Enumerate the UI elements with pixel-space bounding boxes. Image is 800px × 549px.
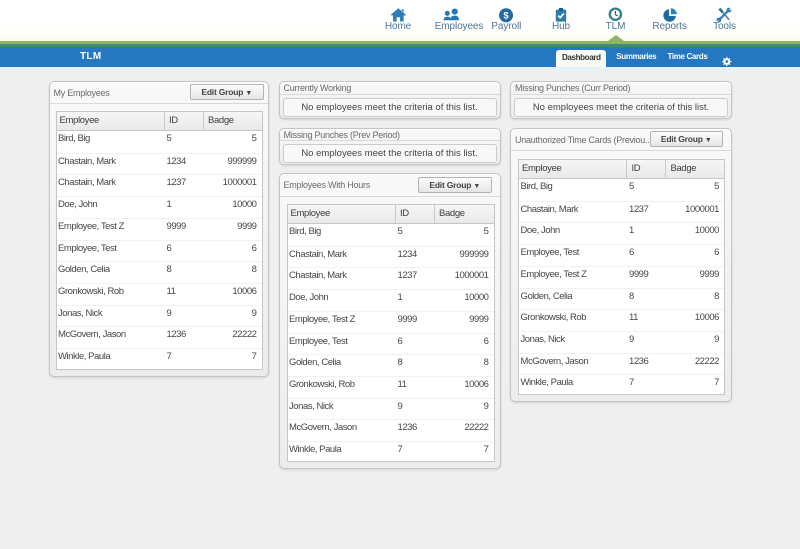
svg-text:$: $ [504, 11, 510, 22]
